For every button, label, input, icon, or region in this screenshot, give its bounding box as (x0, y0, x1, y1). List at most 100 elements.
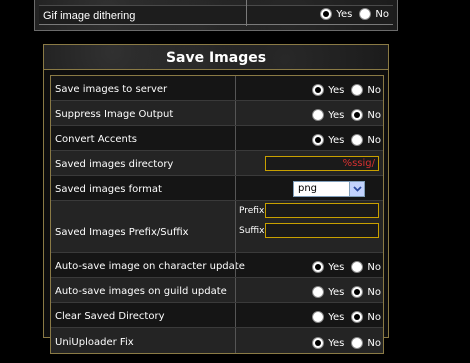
yes-option[interactable]: Yes (312, 337, 344, 349)
yes-option[interactable]: Yes (312, 109, 344, 121)
radio-label: No (375, 8, 389, 20)
radio-label: No (367, 261, 381, 273)
row-divider (235, 126, 236, 150)
radio-button[interactable] (351, 109, 364, 121)
setting-radios: Yes No (305, 134, 381, 146)
no-option[interactable]: No (351, 84, 381, 96)
setting-radios: Yes No (305, 261, 381, 273)
radio-button[interactable] (312, 261, 325, 273)
uniuploader-fix-row: UniUploader Fix Yes No (51, 328, 383, 353)
setting-radios: Yes No (305, 109, 381, 121)
radio-label: Yes (328, 311, 345, 323)
row-divider (235, 201, 236, 252)
radio-button[interactable] (320, 8, 333, 20)
row-divider (235, 76, 236, 100)
auto-save-guild-row: Auto-save images on guild update Yes No (51, 278, 383, 303)
radio-label: No (367, 311, 381, 323)
auto-save-character-row: Auto-save image on character update Yes … (51, 253, 383, 278)
setting-label: Saved images format (55, 184, 162, 195)
setting-radios: Yes No (305, 286, 381, 298)
chevron-down-icon[interactable] (349, 182, 364, 196)
radio-button[interactable] (312, 84, 325, 96)
radio-button[interactable] (351, 134, 364, 146)
radio-button[interactable] (351, 311, 364, 323)
row-divider (235, 176, 236, 200)
saved-images-format-row: Saved images format png (51, 176, 383, 201)
radio-label: Yes (328, 337, 345, 349)
radio-button[interactable] (351, 337, 364, 349)
radio-button[interactable] (312, 286, 325, 298)
setting-label: Saved Images Prefix/Suffix (55, 227, 189, 238)
gif-dithering-radios: Yes No (313, 8, 389, 20)
row-divider (246, 0, 247, 26)
row-divider (235, 278, 236, 302)
panel-title: Save Images (165, 50, 267, 66)
no-option[interactable]: No (351, 311, 381, 323)
save-images-to-server-row: Save images to server Yes No (51, 76, 383, 101)
setting-label: UniUploader Fix (55, 337, 134, 348)
row-divider (235, 101, 236, 125)
clear-saved-directory-row: Clear Saved Directory Yes No (51, 303, 383, 328)
yes-option[interactable]: Yes (312, 311, 344, 323)
panel-header: Save Images (44, 45, 388, 70)
row-divider (235, 303, 236, 327)
radio-label: No (367, 109, 381, 121)
setting-radios: Yes No (305, 311, 381, 323)
radio-label: Yes (336, 8, 353, 20)
radio-button[interactable] (312, 311, 325, 323)
prefix-suffix-row: Saved Images Prefix/Suffix Prefix: Suffi… (51, 201, 383, 253)
radio-button[interactable] (312, 109, 325, 121)
convert-accents-row: Convert Accents Yes No (51, 126, 383, 151)
row-divider (235, 151, 236, 175)
no-option[interactable]: No (351, 286, 381, 298)
setting-radios: Yes No (305, 337, 381, 349)
radio-button[interactable] (359, 8, 372, 20)
format-select-value: png (298, 183, 318, 194)
radio-label: No (367, 134, 381, 146)
row-divider (235, 328, 236, 353)
setting-label: Save images to server (55, 84, 168, 95)
radio-button[interactable] (351, 261, 364, 273)
setting-radios: Yes No (305, 84, 381, 96)
saved-images-directory-row: Saved images directory %ssig/ (51, 151, 383, 176)
gif-dithering-label: Gif image dithering (43, 10, 136, 22)
no-option[interactable]: No (351, 261, 381, 273)
radio-label: Yes (328, 261, 345, 273)
radio-button[interactable] (312, 134, 325, 146)
previous-settings-panel: Gif image dithering Yes No (34, 0, 398, 31)
row-divider (235, 253, 236, 277)
yes-option[interactable]: Yes (312, 261, 344, 273)
setting-label: Auto-save images on guild update (55, 286, 227, 297)
gif-dithering-no-option[interactable]: No (359, 8, 389, 20)
save-images-panel: Save Images Save images to server Yes No… (43, 44, 389, 354)
radio-button[interactable] (312, 337, 325, 349)
setting-label: Auto-save image on character update (55, 261, 245, 272)
yes-option[interactable]: Yes (312, 84, 344, 96)
prefix-input[interactable] (265, 203, 379, 218)
no-option[interactable]: No (351, 337, 381, 349)
suffix-input[interactable] (265, 223, 379, 238)
gif-dithering-yes-option[interactable]: Yes (320, 8, 352, 20)
radio-button[interactable] (351, 286, 364, 298)
directory-input[interactable]: %ssig/ (265, 156, 379, 171)
setting-label: Clear Saved Directory (55, 311, 165, 322)
radio-label: Yes (328, 134, 345, 146)
setting-label: Suppress Image Output (55, 109, 174, 120)
suffix-label: Suffix: (239, 226, 268, 236)
radio-label: No (367, 337, 381, 349)
format-select[interactable]: png (293, 181, 365, 197)
settings-table: Save images to server Yes No Suppress Im… (50, 75, 384, 354)
yes-option[interactable]: Yes (312, 286, 344, 298)
yes-option[interactable]: Yes (312, 134, 344, 146)
setting-label: Saved images directory (55, 159, 174, 170)
setting-label: Convert Accents (55, 134, 138, 145)
radio-label: No (367, 286, 381, 298)
radio-label: No (367, 84, 381, 96)
suppress-image-output-row: Suppress Image Output Yes No (51, 101, 383, 126)
radio-button[interactable] (351, 84, 364, 96)
gif-dithering-row: Gif image dithering Yes No (39, 0, 393, 26)
radio-label: Yes (328, 84, 345, 96)
radio-label: Yes (328, 286, 345, 298)
no-option[interactable]: No (351, 134, 381, 146)
no-option[interactable]: No (351, 109, 381, 121)
